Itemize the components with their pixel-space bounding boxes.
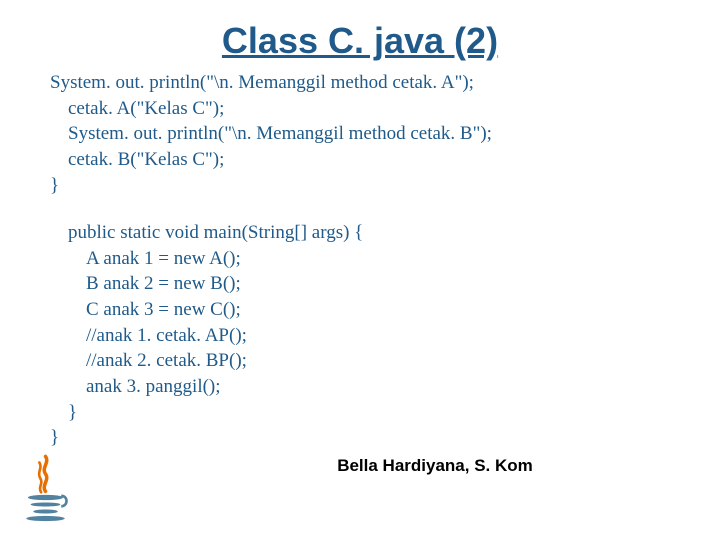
code-line: } (50, 425, 670, 451)
code-line: cetak. A("Kelas C"); (50, 96, 670, 122)
code-line: A anak 1 = new A(); (50, 246, 670, 272)
java-logo-icon (18, 452, 73, 522)
code-line: } (50, 400, 670, 426)
slide-container: Class C. java (2) System. out. println("… (0, 0, 720, 540)
code-line: anak 3. panggil(); (50, 374, 670, 400)
code-line: public static void main(String[] args) { (50, 220, 670, 246)
code-line: C anak 3 = new C(); (50, 297, 670, 323)
code-block-1: System. out. println("\n. Memanggil meth… (50, 70, 670, 198)
code-line: System. out. println("\n. Memanggil meth… (50, 121, 670, 147)
footer-author: Bella Hardiyana, S. Kom (50, 456, 670, 476)
code-block-2: public static void main(String[] args) {… (50, 220, 670, 451)
code-line: System. out. println("\n. Memanggil meth… (50, 70, 670, 96)
code-line: B anak 2 = new B(); (50, 271, 670, 297)
code-line: cetak. B("Kelas C"); (50, 147, 670, 173)
code-line: //anak 1. cetak. AP(); (50, 323, 670, 349)
code-line: } (50, 173, 670, 199)
slide-title: Class C. java (2) (50, 20, 670, 62)
spacer (50, 198, 670, 220)
code-line: //anak 2. cetak. BP(); (50, 348, 670, 374)
